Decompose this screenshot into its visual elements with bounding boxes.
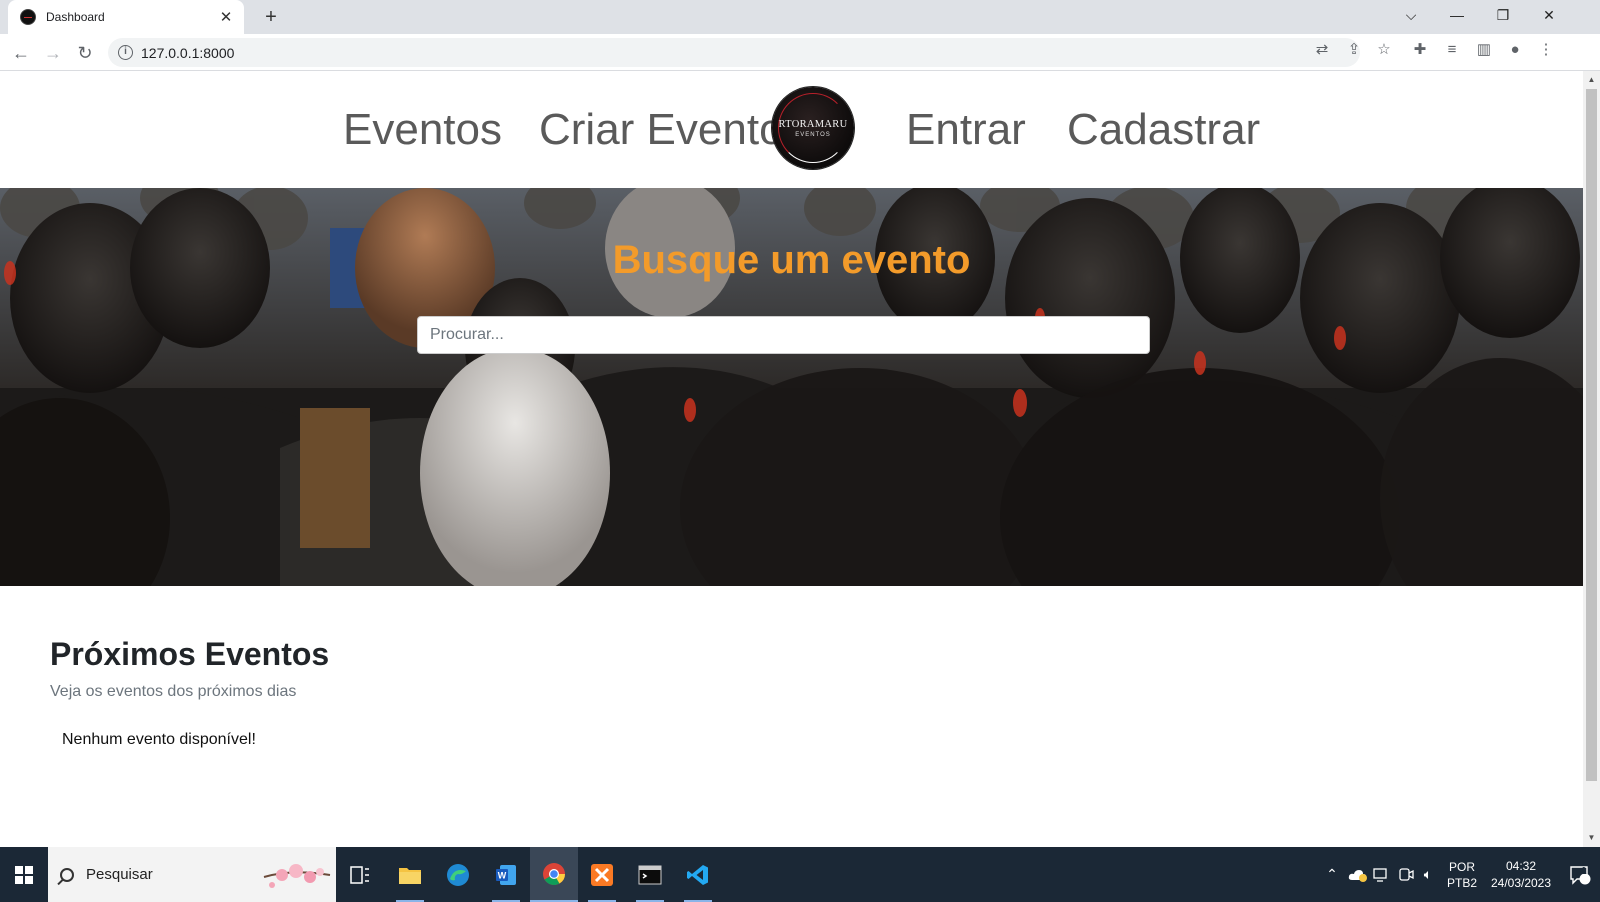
page-viewport: Eventos Criar Evento RTORAMARU EVENTOS E…	[0, 71, 1583, 847]
logo-main-text: RTORAMARU	[778, 118, 848, 130]
browser-toolbar: ← → ↻ i 127.0.0.1:8000 ⇄ ⇪ ☆ ✚ ≡ ▥ ● ⋮	[0, 34, 1600, 71]
url-text[interactable]: 127.0.0.1:8000	[141, 45, 234, 61]
reading-list-icon[interactable]: ≡	[1442, 40, 1462, 60]
taskbar-search-box[interactable]: Pesquisar	[48, 847, 336, 902]
scrollbar-thumb[interactable]	[1586, 89, 1597, 781]
onedrive-warning-icon[interactable]	[1346, 847, 1370, 902]
browser-menu-icon[interactable]: ⋮	[1536, 40, 1556, 60]
notification-center-icon[interactable]: 1	[1562, 847, 1598, 902]
event-search-input[interactable]	[417, 316, 1150, 354]
nav-link-entrar[interactable]: Entrar	[906, 105, 1026, 155]
back-arrow-icon[interactable]: ←	[8, 40, 34, 66]
meet-now-icon[interactable]	[1394, 847, 1418, 902]
browser-tabstrip: Dashboard ✕ + ⌵ — ❐ ✕	[0, 0, 1600, 34]
no-events-message: Nenhum evento disponível!	[62, 731, 256, 748]
page-scrollbar[interactable]: ▲ ▼	[1583, 71, 1600, 847]
tab-title: Dashboard	[46, 10, 105, 24]
close-window-button[interactable]: ✕	[1526, 0, 1572, 30]
upcoming-events-title: Próximos Eventos	[50, 636, 330, 672]
clock-time: 04:32	[1505, 858, 1537, 873]
site-info-icon[interactable]: i	[118, 45, 133, 60]
edge-browser-icon[interactable]	[434, 847, 482, 902]
windows-taskbar: Pesquisar W ⌃ 🔈︎ POR PTB2 04:32 24/03/20…	[0, 847, 1600, 902]
terminal-app-icon[interactable]	[626, 847, 674, 902]
translate-icon[interactable]: ⇄	[1312, 40, 1332, 60]
hero-title: Busque um evento	[612, 238, 971, 282]
site-navbar: Eventos Criar Evento RTORAMARU EVENTOS E…	[0, 71, 1583, 188]
start-button[interactable]	[0, 847, 48, 902]
nav-link-criar-evento[interactable]: Criar Evento	[539, 105, 784, 155]
bookmark-star-icon[interactable]: ☆	[1374, 40, 1394, 60]
site-logo[interactable]: RTORAMARU EVENTOS	[772, 87, 854, 169]
nav-link-eventos[interactable]: Eventos	[343, 105, 502, 155]
xampp-app-icon[interactable]	[578, 847, 626, 902]
logo-sub-text: EVENTOS	[795, 131, 831, 138]
cherry-blossom-icon	[263, 864, 331, 888]
site-favicon-icon	[20, 9, 36, 25]
clock[interactable]: 04:32 24/03/2023	[1484, 847, 1558, 902]
taskbar-search-text: Pesquisar	[86, 866, 153, 883]
address-bar[interactable]: i 127.0.0.1:8000	[108, 38, 1360, 67]
windows-logo-icon	[15, 865, 33, 884]
volume-icon[interactable]: 🔈︎	[1416, 847, 1440, 902]
scroll-down-arrow-icon[interactable]: ▼	[1583, 831, 1600, 845]
tab-search-dropdown-icon[interactable]: ⌵	[1388, 0, 1434, 30]
scroll-up-arrow-icon[interactable]: ▲	[1583, 73, 1600, 87]
hero-search-banner: Busque um evento	[0, 188, 1583, 586]
tray-overflow-chevron-icon[interactable]: ⌃	[1320, 847, 1344, 902]
profile-avatar-icon[interactable]: ●	[1505, 40, 1525, 60]
task-view-icon[interactable]	[336, 847, 384, 902]
nav-link-cadastrar[interactable]: Cadastrar	[1067, 105, 1260, 155]
browser-tab[interactable]: Dashboard ✕	[8, 0, 244, 34]
extensions-puzzle-icon[interactable]: ✚	[1410, 40, 1430, 60]
new-tab-button[interactable]: +	[258, 4, 284, 30]
notification-count-badge: 1	[1581, 866, 1587, 877]
word-app-icon[interactable]: W	[482, 847, 530, 902]
network-icon[interactable]	[1370, 847, 1394, 902]
svg-text:W: W	[498, 870, 507, 880]
minimize-window-button[interactable]: —	[1434, 0, 1480, 30]
language-indicator[interactable]: POR PTB2	[1442, 847, 1482, 902]
upcoming-events-section: Próximos Eventos Veja os eventos dos pró…	[50, 636, 329, 749]
reload-icon[interactable]: ↻	[72, 40, 98, 66]
share-icon[interactable]: ⇪	[1344, 40, 1364, 60]
side-panel-icon[interactable]: ▥	[1474, 40, 1494, 60]
file-explorer-icon[interactable]	[386, 847, 434, 902]
restore-window-button[interactable]: ❐	[1480, 0, 1526, 30]
keyboard-layout-code: PTB2	[1446, 875, 1477, 890]
vscode-app-icon[interactable]	[674, 847, 722, 902]
upcoming-events-subtitle: Veja os eventos dos próximos dias	[50, 683, 297, 700]
chrome-app-icon[interactable]	[530, 847, 578, 902]
tab-close-icon[interactable]: ✕	[218, 8, 234, 26]
search-icon	[60, 867, 74, 882]
clock-date: 24/03/2023	[1490, 875, 1552, 890]
forward-arrow-icon[interactable]: →	[40, 40, 66, 66]
language-code: POR	[1448, 859, 1475, 874]
